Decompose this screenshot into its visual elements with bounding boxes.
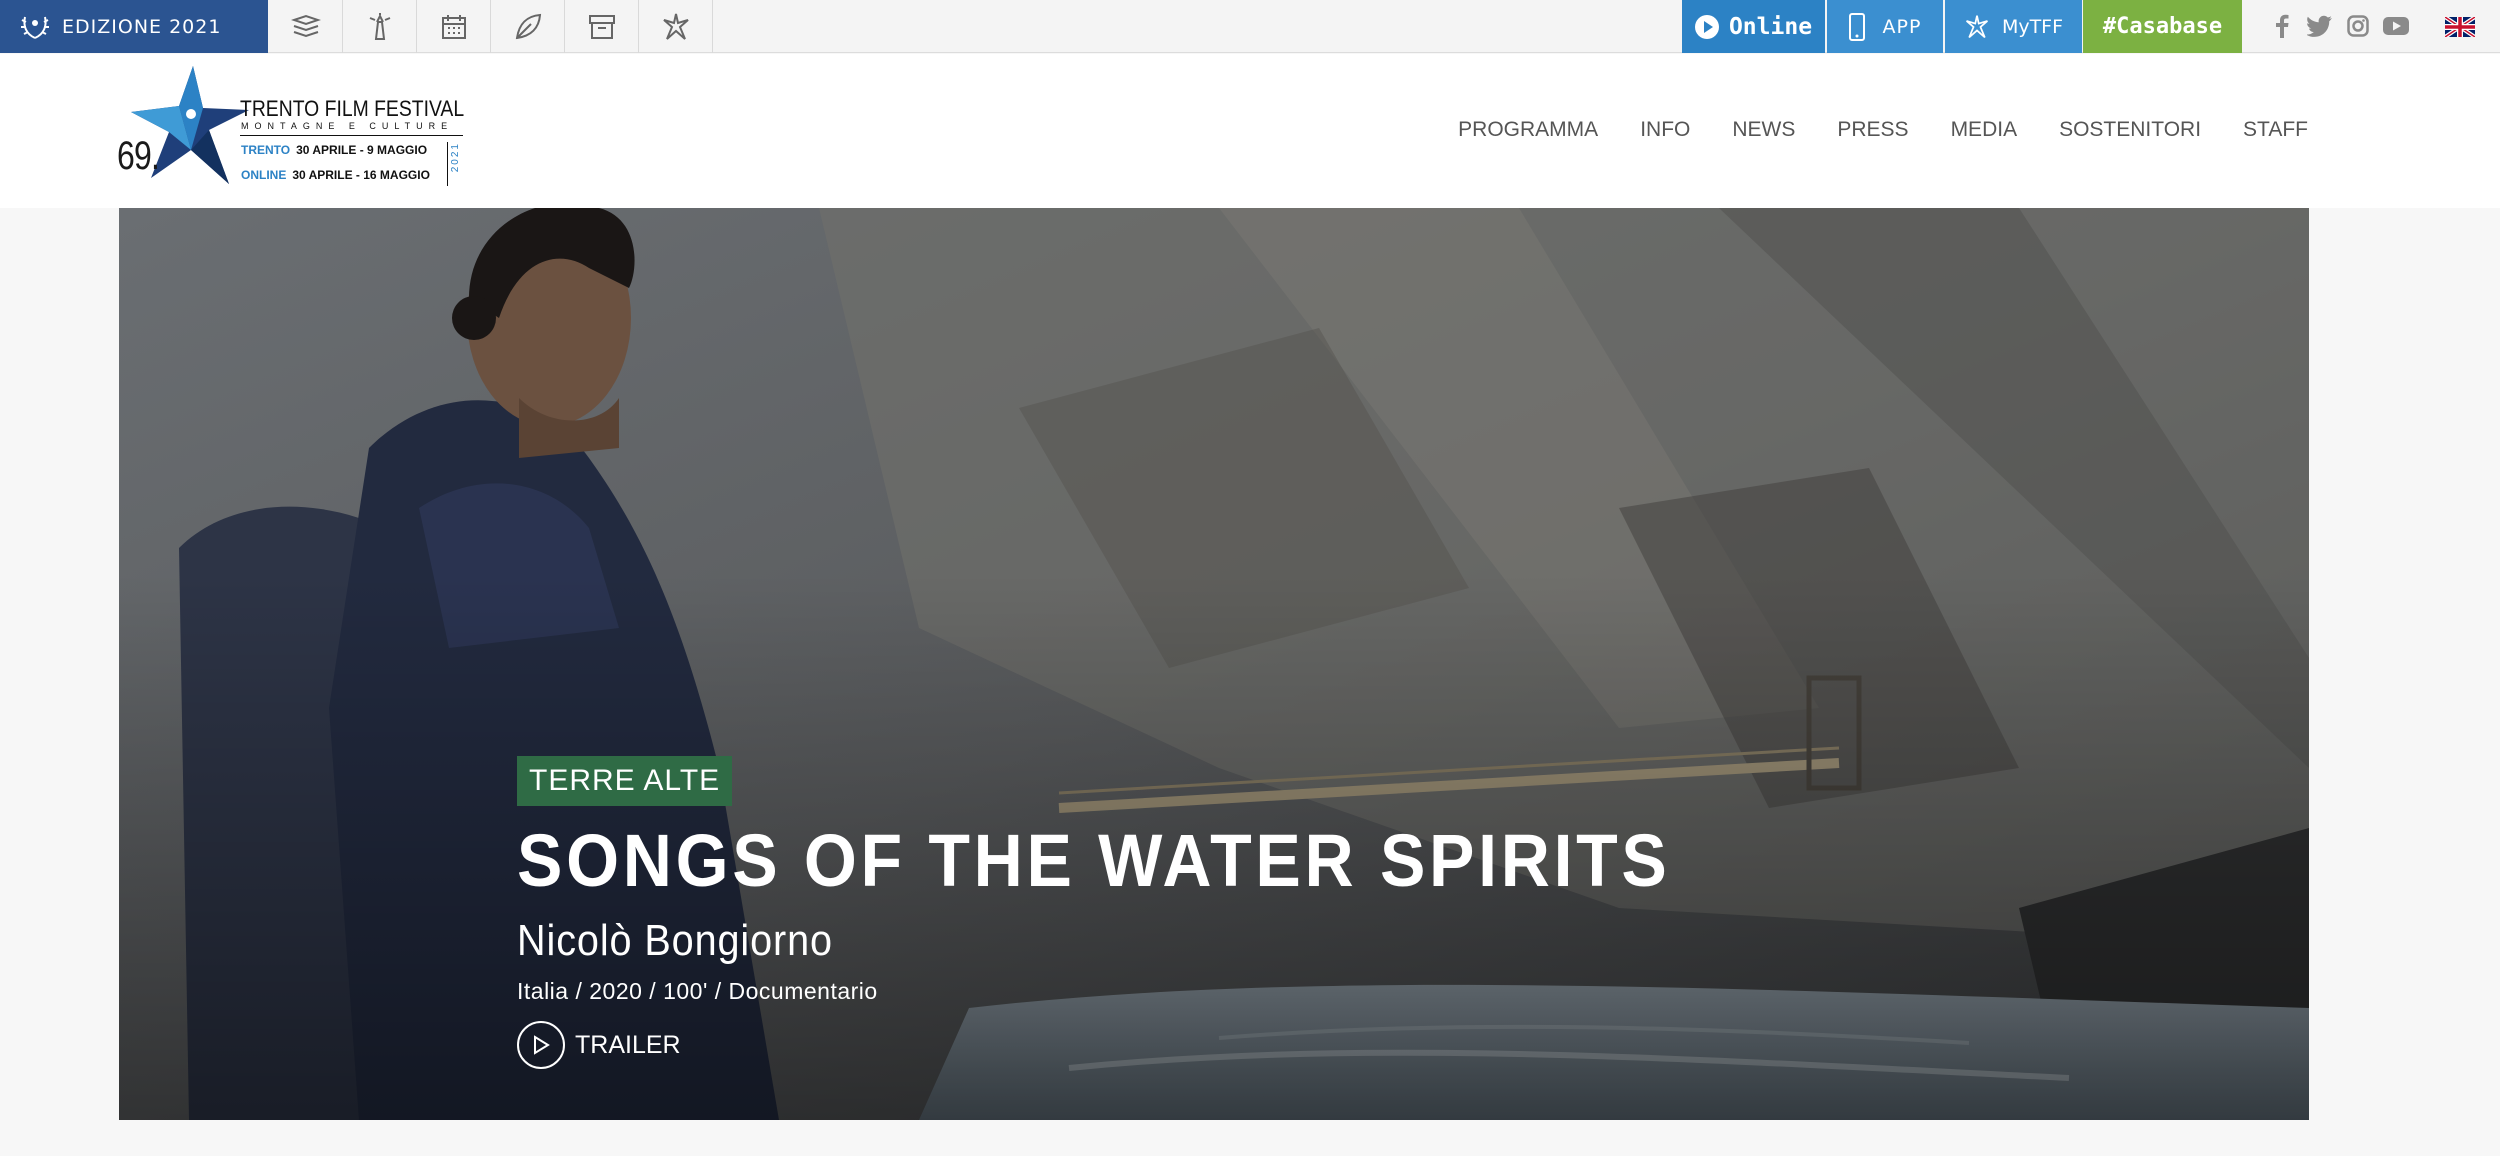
play-circle-icon (1694, 14, 1719, 39)
play-icon (517, 1021, 565, 1069)
uk-flag-icon[interactable] (2445, 17, 2475, 37)
mytff-label: MyTFF (2001, 15, 2064, 38)
main-nav: PROGRAMMA INFO NEWS PRESS MEDIA SOSTENIT… (1458, 118, 2308, 142)
online-label: Online (1728, 13, 1813, 40)
nav-item-sostenitori[interactable]: SOSTENITORI (2059, 118, 2201, 142)
logo-dates-online: ONLINE 30 APRILE - 16 MAGGIO (241, 168, 430, 182)
film-director: Nicolò Bongiorno (517, 916, 833, 965)
hero-film-info: TERRE ALTE SONGS OF THE WATER SPIRITS Ni… (517, 756, 1771, 1069)
nav-item-press[interactable]: PRESS (1837, 118, 1908, 142)
logo-year: 2021 (450, 142, 461, 173)
hero-banner[interactable]: TERRE ALTE SONGS OF THE WATER SPIRITS Ni… (119, 208, 2309, 1120)
edition-number: 69. (117, 134, 160, 178)
logo-subtitle: MONTAGNE E CULTURE (241, 121, 454, 131)
logo-dates-trento-text: 30 APRILE - 9 MAGGIO (296, 143, 428, 157)
mytff-button[interactable]: MyTFF (1945, 0, 2082, 53)
lighthouse-icon[interactable] (343, 0, 417, 53)
logo-title: TRENTO FILM FESTIVAL (240, 96, 465, 121)
trailer-button[interactable]: TRAILER (517, 1021, 1771, 1069)
nav-item-programma[interactable]: PROGRAMMA (1458, 118, 1598, 142)
online-button[interactable]: Online (1682, 0, 1825, 53)
nav-item-staff[interactable]: STAFF (2243, 118, 2308, 142)
logo-city-trento: TRENTO (241, 143, 291, 157)
app-button[interactable]: APP (1827, 0, 1943, 53)
archive-icon[interactable] (565, 0, 639, 53)
casabase-button[interactable]: #Casabase (2083, 0, 2242, 53)
smartphone-icon (1848, 12, 1865, 41)
logo-dates-trento: TRENTO 30 APRILE - 9 MAGGIO (241, 143, 427, 157)
app-label: APP (1882, 15, 1922, 38)
nav-item-news[interactable]: NEWS (1732, 118, 1795, 142)
calendar-icon[interactable] (417, 0, 491, 53)
social-links (2275, 13, 2409, 39)
category-badge[interactable]: TERRE ALTE (517, 756, 733, 806)
trailer-label: TRAILER (575, 1030, 681, 1059)
star-person-icon[interactable] (639, 0, 713, 53)
casabase-label: #Casabase (2102, 14, 2223, 39)
film-meta: Italia / 2020 / 100' / Documentario (517, 978, 878, 1004)
leaf-icon[interactable] (491, 0, 565, 53)
logo-dates-online-text: 30 APRILE - 16 MAGGIO (292, 168, 430, 182)
film-title: SONGS OF THE WATER SPIRITS (517, 819, 1671, 902)
top-utility-bar: EDIZIONE 2021 Online APP MyTFF #Casabase (0, 0, 2500, 53)
site-header: 69. TRENTO FILM FESTIVAL MONTAGNE E CULT… (0, 54, 2500, 208)
logo-vertical-divider (447, 142, 448, 186)
nav-item-media[interactable]: MEDIA (1951, 118, 2018, 142)
facebook-icon[interactable] (2275, 14, 2289, 38)
twitter-icon[interactable] (2307, 15, 2333, 37)
books-icon[interactable] (269, 0, 343, 53)
festival-logo[interactable]: 69. TRENTO FILM FESTIVAL MONTAGNE E CULT… (117, 66, 467, 194)
youtube-icon[interactable] (2383, 16, 2409, 36)
edition-selector[interactable]: EDIZIONE 2021 (0, 0, 268, 53)
logo-city-online: ONLINE (241, 168, 287, 182)
logo-divider (240, 135, 463, 136)
star-person-icon (1965, 15, 1988, 38)
edition-label: EDIZIONE 2021 (62, 15, 222, 38)
instagram-icon[interactable] (2347, 15, 2369, 37)
laurel-icon (21, 16, 49, 39)
nav-item-info[interactable]: INFO (1640, 118, 1690, 142)
